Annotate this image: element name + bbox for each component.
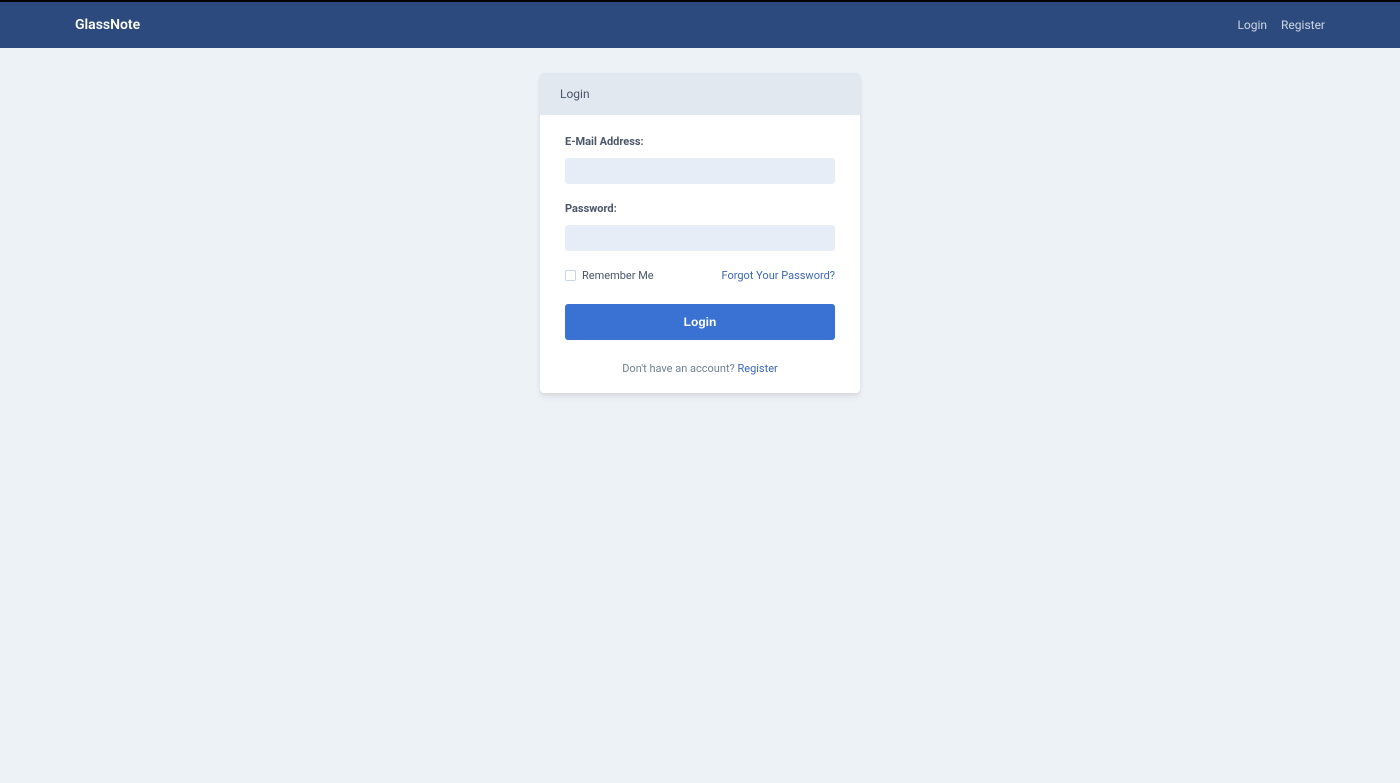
login-card: Login E-Mail Address: Password: Remember… <box>540 73 860 393</box>
password-group: Password: <box>565 202 835 251</box>
password-label: Password: <box>565 202 835 215</box>
register-link[interactable]: Register <box>737 362 777 375</box>
remember-row: Remember Me Forgot Your Password? <box>565 269 835 282</box>
email-label: E-Mail Address: <box>565 135 835 148</box>
login-button[interactable]: Login <box>565 304 835 340</box>
email-group: E-Mail Address: <box>565 135 835 184</box>
register-line: Don't have an account? Register <box>565 362 835 375</box>
remember-checkbox[interactable] <box>565 270 576 281</box>
nav-links: Login Register <box>1237 18 1325 32</box>
no-account-text: Don't have an account? <box>622 362 737 375</box>
main-content: Login E-Mail Address: Password: Remember… <box>0 48 1400 393</box>
card-body: E-Mail Address: Password: Remember Me Fo… <box>540 115 860 393</box>
nav-register-link[interactable]: Register <box>1281 18 1325 32</box>
remember-left: Remember Me <box>565 269 654 282</box>
remember-label: Remember Me <box>582 269 654 282</box>
nav-login-link[interactable]: Login <box>1237 18 1267 32</box>
card-header: Login <box>540 73 860 115</box>
email-input[interactable] <box>565 158 835 184</box>
brand-logo[interactable]: GlassNote <box>75 17 140 33</box>
forgot-password-link[interactable]: Forgot Your Password? <box>722 269 835 282</box>
navbar: GlassNote Login Register <box>0 2 1400 48</box>
password-input[interactable] <box>565 225 835 251</box>
